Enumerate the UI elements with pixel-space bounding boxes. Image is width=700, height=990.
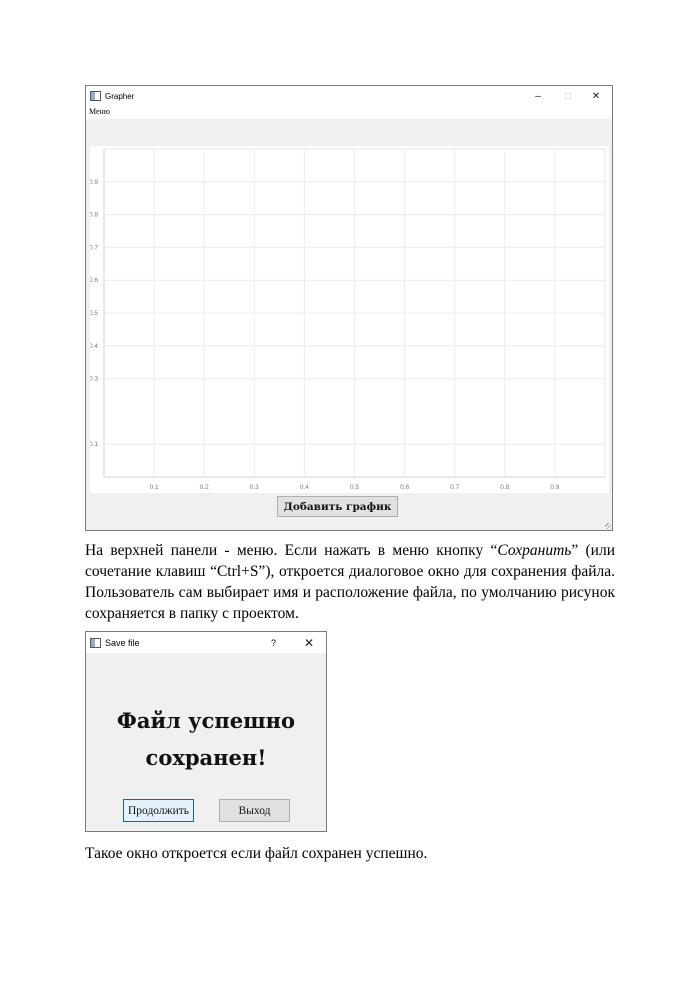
- x-tick-label: 0.6: [400, 484, 409, 491]
- y-tick-label: 0.6: [90, 277, 98, 284]
- app-icon: [90, 91, 101, 101]
- grapher-titlebar: Grapher – □ ✕: [86, 86, 612, 106]
- paragraph-success-note: Такое окно откроется если файл сохранен …: [85, 845, 428, 862]
- maximize-icon[interactable]: □: [554, 86, 582, 106]
- paragraph-text-italic: Сохранить: [497, 542, 572, 559]
- menu-item[interactable]: Меню: [89, 107, 110, 116]
- chart-area: 0.1 0.2 0.3 0.4 0.5 0.6 0.7 0.8 0.9 0.1 0.3 0.4 0.5 0…: [90, 146, 609, 493]
- y-tick-label: 0.5: [90, 310, 98, 317]
- x-tick-label: 0.9: [550, 484, 559, 491]
- resize-grip-icon[interactable]: [605, 523, 611, 529]
- minimize-icon[interactable]: –: [524, 86, 552, 106]
- x-tick-label: 0.3: [250, 484, 259, 491]
- continue-button[interactable]: Продолжить: [123, 799, 194, 822]
- y-tick-label: 0.4: [90, 343, 98, 350]
- dialog-titlebar: Save file ? ✕: [86, 632, 326, 653]
- add-graph-button[interactable]: Добавить график: [277, 496, 398, 517]
- chart-svg: 0.1 0.2 0.3 0.4 0.5 0.6 0.7 0.8 0.9 0.1 0.3 0.4 0.5 0…: [90, 148, 606, 491]
- help-icon[interactable]: ?: [271, 632, 276, 653]
- x-tick-label: 0.1: [150, 484, 159, 491]
- y-tick-label: 0.1: [90, 441, 98, 448]
- success-message-line1: Файл успешно: [116, 708, 296, 733]
- save-file-dialog: Save file ? ✕ Файл успешно сохранен! Про…: [85, 631, 327, 832]
- y-tick-label: 0.7: [90, 244, 98, 251]
- success-message: Файл успешно сохранен!: [86, 702, 326, 776]
- dialog-title: Save file: [105, 637, 140, 648]
- x-tick-label: 0.8: [500, 484, 509, 491]
- paragraph-text-before: На верхней панели - меню. Если нажать в …: [85, 542, 498, 559]
- window-title: Grapher: [105, 91, 135, 101]
- x-tick-label: 0.2: [200, 484, 209, 491]
- grapher-window: Grapher – □ ✕ Меню 0.1 0.2 0.3 0.4 0.5 0.6 0.7…: [85, 85, 613, 531]
- y-tick-label: 0.9: [90, 179, 98, 186]
- dialog-app-icon: [90, 637, 101, 648]
- x-tick-label: 0.4: [300, 484, 309, 491]
- x-tick-label: 0.7: [450, 484, 459, 491]
- exit-button[interactable]: Выход: [219, 799, 290, 822]
- x-tick-label: 0.5: [350, 484, 359, 491]
- menu-bar: Меню: [86, 106, 612, 119]
- y-tick-label: 0.3: [90, 376, 98, 383]
- paragraph-save-description: На верхней панели - меню. Если нажать в …: [85, 540, 615, 624]
- y-tick-label: 0.8: [90, 212, 98, 219]
- success-message-line2: сохранен!: [145, 745, 267, 770]
- close-icon[interactable]: ✕: [582, 86, 610, 106]
- dialog-close-icon[interactable]: ✕: [304, 632, 314, 653]
